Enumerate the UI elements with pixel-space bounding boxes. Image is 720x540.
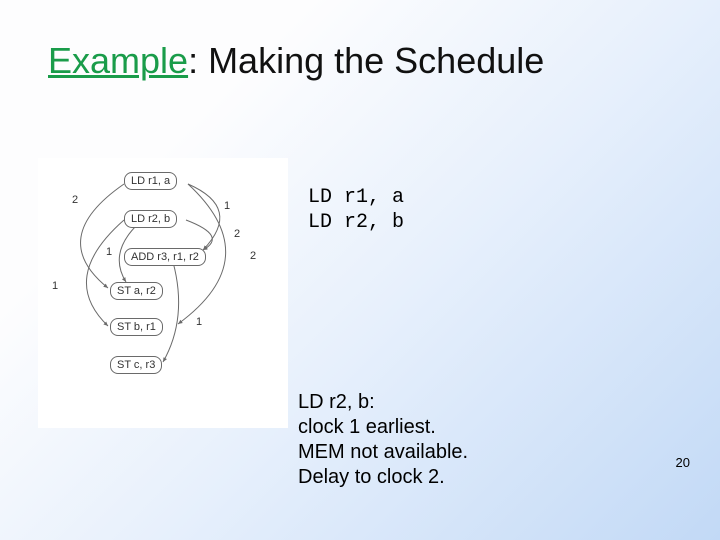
edge-weight: 1	[106, 246, 112, 258]
dependency-graph: LD r1, a LD r2, b ADD r3, r1, r2 ST a, r…	[38, 158, 288, 428]
edge-weight: 1	[224, 200, 230, 212]
schedule-code: LD r1, a LD r2, b	[308, 185, 404, 235]
edge-weight: 1	[52, 280, 58, 292]
edge-weight: 2	[234, 228, 240, 240]
code-line: LD r2, b	[308, 211, 404, 234]
explanation-note: LD r2, b: clock 1 earliest. MEM not avai…	[298, 390, 468, 490]
slide: Example: Making the Schedule LD r1	[0, 0, 720, 540]
title-rest: : Making the Schedule	[188, 40, 544, 81]
title-accent: Example	[48, 40, 188, 81]
edge-weight: 2	[72, 194, 78, 206]
note-line: MEM not available.	[298, 440, 468, 465]
graph-node-st-c-r3: ST c, r3	[110, 356, 162, 374]
graph-node-add: ADD r3, r1, r2	[124, 248, 206, 266]
code-line: LD r1, a	[308, 186, 404, 209]
note-line: Delay to clock 2.	[298, 465, 468, 490]
page-number: 20	[676, 455, 690, 470]
edge-weight: 2	[250, 250, 256, 262]
note-line: LD r2, b:	[298, 390, 468, 415]
edge-weight: 1	[196, 316, 202, 328]
graph-node-ld-r1-a: LD r1, a	[124, 172, 177, 190]
note-line: clock 1 earliest.	[298, 415, 468, 440]
graph-node-st-b-r1: ST b, r1	[110, 318, 163, 336]
slide-title: Example: Making the Schedule	[48, 40, 544, 82]
graph-node-ld-r2-b: LD r2, b	[124, 210, 177, 228]
graph-node-st-a-r2: ST a, r2	[110, 282, 163, 300]
